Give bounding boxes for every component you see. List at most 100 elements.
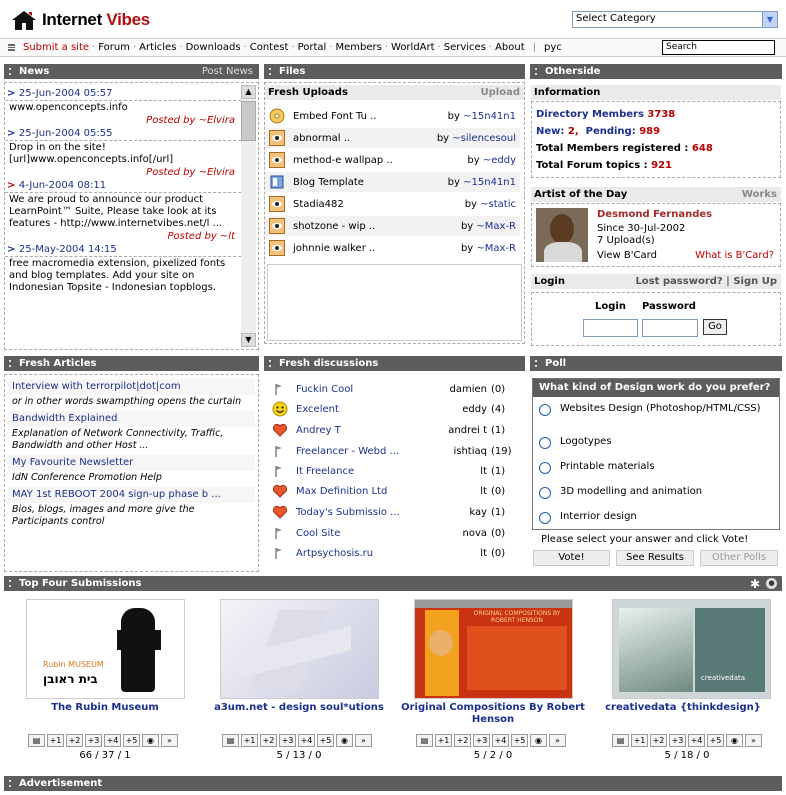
works-link[interactable]: Works	[742, 187, 777, 202]
see-results-button[interactable]: See Results	[616, 550, 694, 566]
search-input[interactable]: Search	[662, 40, 775, 55]
other-polls-button[interactable]: Other Polls	[700, 550, 778, 566]
file-row[interactable]: abnormal .. by ~silencesoul	[265, 128, 520, 148]
next-icon[interactable]: »	[161, 734, 178, 747]
discussion-row[interactable]: Artpsychosis.ru lt (0)	[264, 543, 519, 563]
submission-card[interactable]: a3um.net - design soul*utions	[204, 596, 394, 736]
lost-password-link[interactable]: Lost password?	[635, 276, 722, 287]
submission-caption[interactable]: a3um.net - design soul*utions	[204, 702, 394, 714]
menu-forum[interactable]: Forum	[98, 42, 130, 53]
rate-plus3[interactable]: +3	[85, 734, 102, 747]
site-logo[interactable]: Internet Vibes	[10, 7, 150, 33]
radio-button[interactable]	[539, 404, 551, 416]
rate-plus2[interactable]: +2	[454, 734, 471, 747]
view-bcard-link[interactable]: View B'Card	[597, 250, 657, 261]
doc-icon[interactable]: ▤	[612, 734, 629, 747]
menu-worldart[interactable]: WorldArt	[391, 42, 435, 53]
rate-plus1[interactable]: +1	[47, 734, 64, 747]
target-icon[interactable]: ◉	[530, 734, 547, 747]
submission-card[interactable]: creativedata creativedata {thinkdesign}	[588, 596, 778, 736]
article-title[interactable]: My Favourite Newsletter	[8, 455, 255, 471]
submission-caption[interactable]: creativedata {thinkdesign}	[588, 702, 778, 714]
discussion-row[interactable]: Fuckin Cool damien (0)	[264, 379, 519, 399]
file-row[interactable]: shotzone - wip .. by ~Max-R	[265, 216, 520, 236]
next-icon[interactable]: »	[745, 734, 762, 747]
rate-plus4[interactable]: +4	[688, 734, 705, 747]
rate-plus2[interactable]: +2	[66, 734, 83, 747]
rate-plus3[interactable]: +3	[669, 734, 686, 747]
submission-caption[interactable]: Original Compositions By Robert Henson	[398, 702, 588, 726]
rate-plus4[interactable]: +4	[492, 734, 509, 747]
go-button[interactable]: Go	[703, 319, 727, 335]
submission-thumbnail[interactable]	[220, 599, 379, 699]
article-title[interactable]: MAY 1st REBOOT 2004 sign-up phase b ...	[8, 487, 255, 503]
discussion-row[interactable]: Max Definition Ltd lt (0)	[264, 481, 519, 501]
artist-avatar[interactable]	[536, 208, 588, 262]
signup-link[interactable]: Sign Up	[733, 276, 777, 287]
login-input[interactable]	[583, 319, 638, 337]
post-news-link[interactable]: Post News	[202, 64, 253, 79]
file-row[interactable]: Embed Font Tu .. by ~15n41n1	[265, 106, 520, 126]
radio-button[interactable]	[539, 487, 551, 499]
what-bcard-link[interactable]: What is B'Card?	[695, 250, 774, 261]
submission-card[interactable]: Rubin MUSEUM בית ראובן The Rubin Museum	[10, 596, 200, 736]
radio-button[interactable]	[539, 462, 551, 474]
rate-plus4[interactable]: +4	[104, 734, 121, 747]
rate-plus5[interactable]: +5	[123, 734, 140, 747]
poll-option[interactable]: Logotypes	[539, 436, 612, 449]
target-icon[interactable]: ◉	[726, 734, 743, 747]
menu-services[interactable]: Services	[444, 42, 486, 53]
rate-plus1[interactable]: +1	[435, 734, 452, 747]
file-row[interactable]: johnnie walker .. by ~Max-R	[265, 238, 520, 258]
file-row[interactable]: method-e wallpap .. by ~eddy	[265, 150, 520, 170]
rate-plus4[interactable]: +4	[298, 734, 315, 747]
rate-plus3[interactable]: +3	[473, 734, 490, 747]
article-title[interactable]: Bandwidth Explained	[8, 411, 255, 427]
menu-submit[interactable]: Submit a site	[23, 42, 89, 53]
article-title[interactable]: Interview with terrorpilot|dot|com	[8, 379, 255, 395]
rate-plus5[interactable]: +5	[511, 734, 528, 747]
doc-icon[interactable]: ▤	[222, 734, 239, 747]
puzzle-icon[interactable]: ✱	[750, 577, 760, 592]
discussion-row[interactable]: Freelancer - Webd ... ishtiaq (19)	[264, 441, 519, 461]
rate-plus2[interactable]: +2	[650, 734, 667, 747]
menu-portal[interactable]: Portal	[298, 42, 327, 53]
submission-caption[interactable]: The Rubin Museum	[10, 702, 200, 714]
discussion-row[interactable]: Excelent eddy (4)	[264, 399, 519, 419]
poll-option[interactable]: 3D modelling and animation	[539, 486, 702, 499]
vote-button[interactable]: Vote!	[533, 550, 610, 566]
news-scrollbar[interactable]: ▲ ▼	[241, 85, 256, 347]
discussion-row[interactable]: Andrey Tandrei t (1)	[264, 420, 519, 440]
poll-option[interactable]: Printable materials	[539, 461, 655, 474]
discussion-row[interactable]: It Freelance lt (1)	[264, 461, 519, 481]
discussion-row[interactable]: Cool Site nova (0)	[264, 523, 519, 543]
target-icon[interactable]: ◉	[142, 734, 159, 747]
radio-button[interactable]	[539, 512, 551, 524]
rate-plus1[interactable]: +1	[241, 734, 258, 747]
scroll-thumb[interactable]	[241, 101, 256, 141]
menu-articles[interactable]: Articles	[139, 42, 176, 53]
poll-option[interactable]: Interrior design	[539, 511, 637, 524]
artist-name[interactable]: Desmond Fernandes	[597, 209, 712, 220]
rate-plus3[interactable]: +3	[279, 734, 296, 747]
file-row[interactable]: Stadia482 by ~static	[265, 194, 520, 214]
scroll-up-icon[interactable]: ▲	[241, 85, 256, 99]
submission-thumbnail[interactable]: creativedata	[612, 599, 771, 699]
password-input[interactable]	[642, 319, 698, 337]
target-icon[interactable]: ◉	[336, 734, 353, 747]
menu-contest[interactable]: Contest	[250, 42, 289, 53]
submission-thumbnail[interactable]: ORIGINAL COMPOSITIONS BY ROBERT HENSON	[414, 599, 573, 699]
rate-plus2[interactable]: +2	[260, 734, 277, 747]
rate-plus1[interactable]: +1	[631, 734, 648, 747]
rate-plus5[interactable]: +5	[707, 734, 724, 747]
next-icon[interactable]: »	[549, 734, 566, 747]
radio-button[interactable]	[539, 437, 551, 449]
menu-about[interactable]: About	[495, 42, 525, 53]
discussion-row[interactable]: Today's Submissio ... kay (1)	[264, 502, 519, 522]
rate-plus5[interactable]: +5	[317, 734, 334, 747]
submission-thumbnail[interactable]: Rubin MUSEUM בית ראובן	[26, 599, 185, 699]
poll-option[interactable]: Websites Design (Photoshop/HTML/CSS)	[539, 403, 761, 416]
doc-icon[interactable]: ▤	[416, 734, 433, 747]
menu-members[interactable]: Members	[335, 42, 381, 53]
next-icon[interactable]: »	[355, 734, 372, 747]
